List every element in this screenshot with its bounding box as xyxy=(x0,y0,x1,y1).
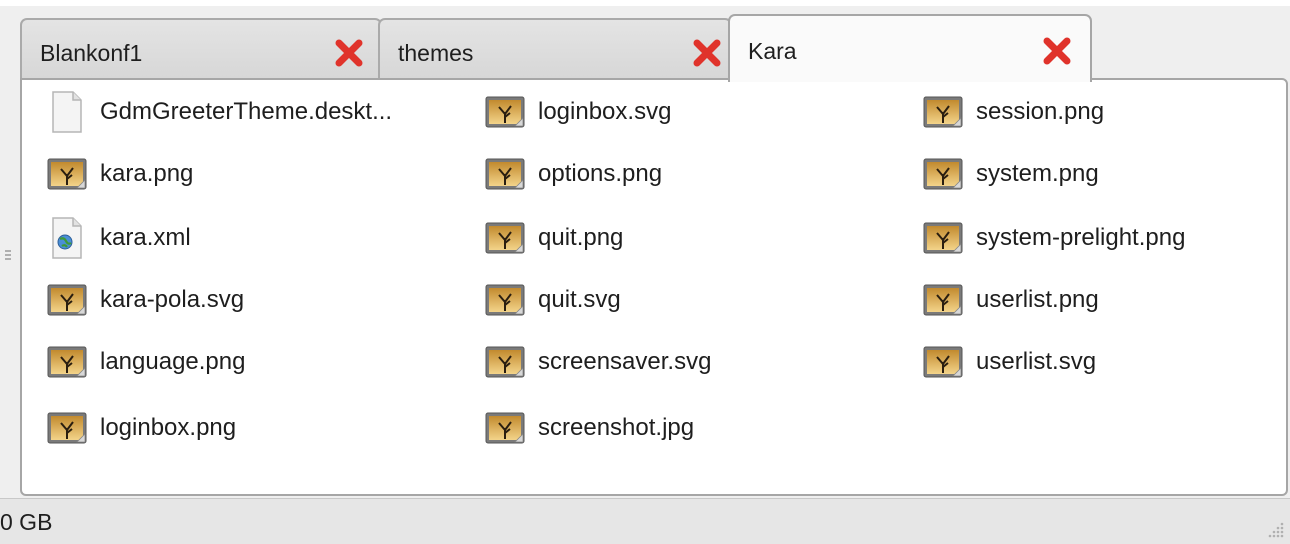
tab-label: Kara xyxy=(748,38,797,64)
file-name: system.png xyxy=(976,160,1099,187)
image-icon xyxy=(44,278,90,322)
file-name: userlist.svg xyxy=(976,348,1097,375)
file-name: session.png xyxy=(976,98,1105,125)
file-name: kara.xml xyxy=(100,224,191,251)
close-x-icon[interactable] xyxy=(1040,34,1074,68)
file-name: kara-pola.svg xyxy=(100,286,245,313)
file-item[interactable]: kara.png xyxy=(44,152,193,196)
file-item[interactable]: quit.svg xyxy=(482,278,621,322)
file-name: loginbox.png xyxy=(100,414,237,441)
file-item[interactable]: options.png xyxy=(482,152,662,196)
file-item[interactable]: quit.png xyxy=(482,216,623,260)
image-icon xyxy=(482,406,528,450)
file-icon-view[interactable]: GdmGreeterTheme.deskt... kara.png kara.xml… xyxy=(20,78,1288,496)
file-item[interactable]: kara-pola.svg xyxy=(44,278,244,322)
file-manager-window: Blankonf1 themes Kara GdmGreeterTheme.de… xyxy=(0,0,1290,544)
image-icon xyxy=(44,406,90,450)
file-name: quit.png xyxy=(538,224,624,251)
file-item[interactable]: loginbox.png xyxy=(44,406,236,450)
file-name: language.png xyxy=(100,348,246,375)
image-icon xyxy=(482,340,528,384)
status-free-space: 0 GB xyxy=(0,509,53,535)
file-item[interactable]: screenshot.jpg xyxy=(482,406,694,450)
tab-bar: Blankonf1 themes Kara xyxy=(20,14,1120,82)
image-icon xyxy=(482,152,528,196)
tab-kara[interactable]: Kara xyxy=(728,14,1092,82)
image-icon xyxy=(920,152,966,196)
tab-themes[interactable]: themes xyxy=(378,18,732,82)
file-item[interactable]: kara.xml xyxy=(44,216,191,260)
tab-blankonf1[interactable]: Blankonf1 xyxy=(20,18,382,82)
file-item[interactable]: system.png xyxy=(920,152,1099,196)
image-icon xyxy=(44,152,90,196)
image-icon xyxy=(920,340,966,384)
file-name: screenshot.jpg xyxy=(538,414,695,441)
file-item[interactable]: system-prelight.png xyxy=(920,216,1185,260)
image-icon xyxy=(920,278,966,322)
file-name: userlist.png xyxy=(976,286,1099,313)
file-item[interactable]: GdmGreeterTheme.deskt... xyxy=(44,90,392,134)
file-name: loginbox.svg xyxy=(538,98,672,125)
file-item[interactable]: loginbox.svg xyxy=(482,90,671,134)
image-icon xyxy=(482,216,528,260)
image-icon xyxy=(920,216,966,260)
image-icon xyxy=(482,278,528,322)
file-name: quit.svg xyxy=(538,286,621,313)
status-bar: 0 GB xyxy=(0,498,1290,544)
splitter-handle[interactable] xyxy=(4,248,12,262)
file-name: GdmGreeterTheme.deskt... xyxy=(100,98,393,125)
file-name: screensaver.svg xyxy=(538,348,712,375)
file-name: kara.png xyxy=(100,160,194,187)
resize-grip-icon[interactable] xyxy=(1264,518,1286,540)
image-icon xyxy=(482,90,528,134)
file-item[interactable]: language.png xyxy=(44,340,245,384)
image-icon xyxy=(44,340,90,384)
file-item[interactable]: session.png xyxy=(920,90,1104,134)
file-item[interactable]: userlist.png xyxy=(920,278,1099,322)
file-item[interactable]: userlist.svg xyxy=(920,340,1096,384)
file-name: options.png xyxy=(538,160,663,187)
close-x-icon[interactable] xyxy=(690,36,724,70)
tab-label: Blankonf1 xyxy=(40,40,143,66)
close-x-icon[interactable] xyxy=(332,36,366,70)
top-edge xyxy=(0,0,1290,6)
file-item[interactable]: screensaver.svg xyxy=(482,340,711,384)
image-icon xyxy=(920,90,966,134)
tab-label: themes xyxy=(398,40,474,66)
document-icon xyxy=(44,90,90,134)
file-name: system-prelight.png xyxy=(976,224,1186,251)
xml-globe-icon xyxy=(44,216,90,260)
